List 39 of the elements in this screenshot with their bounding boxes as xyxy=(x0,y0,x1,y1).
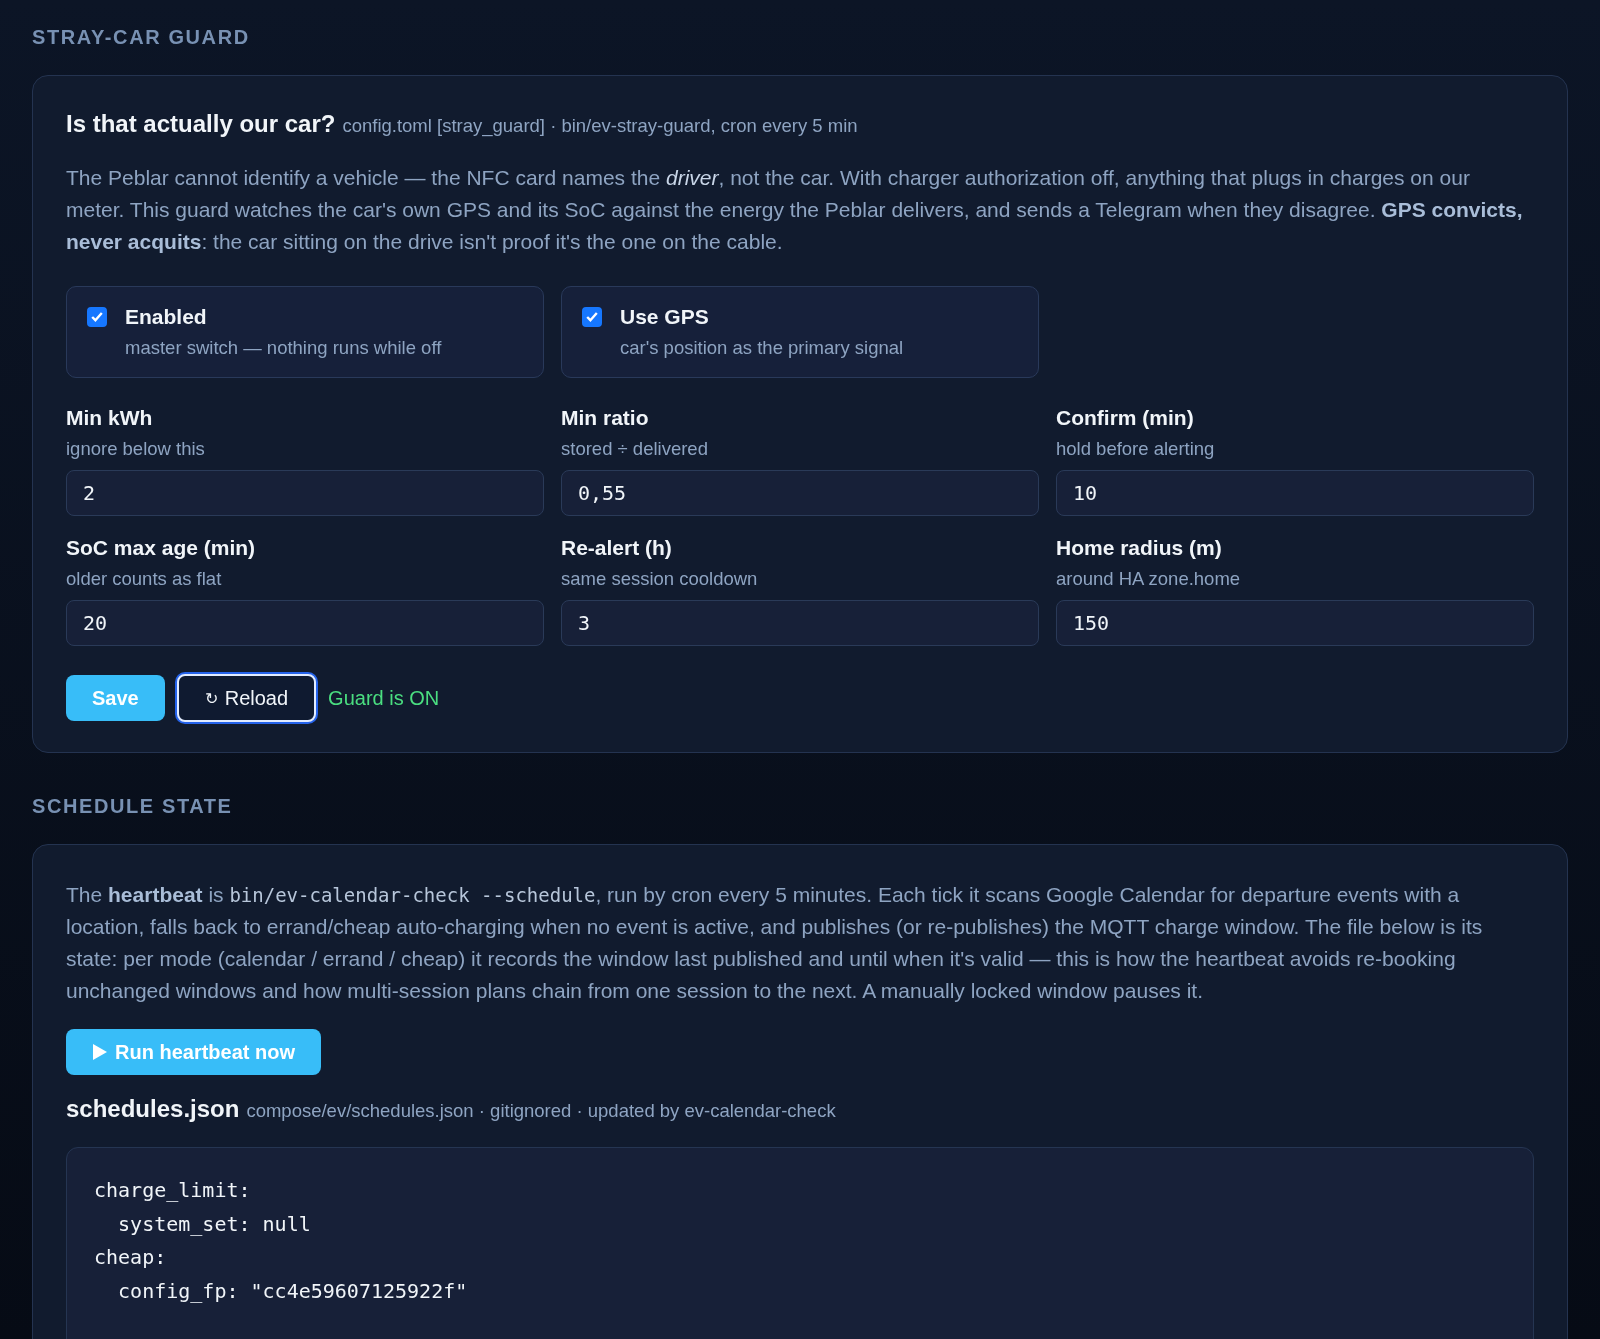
reload-button[interactable]: ↻ Reload xyxy=(176,674,317,722)
field-label: Re-alert (h) xyxy=(561,536,673,560)
code-line: config_fp: "cc4e59607125922f" xyxy=(117,1277,469,1305)
field-hint: ignore below this xyxy=(66,438,206,460)
field-hint: hold before alerting xyxy=(1056,438,1216,460)
option-label: Enabled xyxy=(125,305,208,329)
checkbox[interactable] xyxy=(87,307,107,327)
checkbox[interactable] xyxy=(582,307,602,327)
description: The heartbeat is bin/ev-calendar-check --schedule, run by cron every 5 minutes. Each tick it scans Google Calendar for departure events with a location, falls back to errand/cheap auto-charging when no event is active, and publishes (or re-publishes) the MQTT charge window. The file below is its state: per mode (calendar / errand / cheap) it records the window last published and until when it's valid — this is how the heartbeat avoids re-booking unchanged windows and how multi-session plans chain from one session to the next. A manually locked window pauses it. xyxy=(66,882,1484,1004)
status-text: Guard is ON xyxy=(328,686,440,710)
input-field[interactable]: 0,55 xyxy=(561,470,1039,516)
input-field[interactable]: 3 xyxy=(561,600,1039,646)
field-label: Home radius (m) xyxy=(1056,536,1223,560)
option-label: Use GPS xyxy=(620,305,710,329)
section-heading: SCHEDULE STATE xyxy=(32,795,234,818)
field-hint: older counts as flat xyxy=(66,568,223,590)
field-label: SoC max age (min) xyxy=(66,536,257,560)
field-hint: stored ÷ delivered xyxy=(561,438,709,460)
input-field[interactable]: 20 xyxy=(66,600,544,646)
field-label: Min ratio xyxy=(561,406,650,430)
card-meta: config.toml [stray_guard] · bin/ev-stray-guard, cron every 5 min xyxy=(342,115,858,137)
code-line: charge_limit: xyxy=(94,1177,252,1204)
input-field[interactable]: 2 xyxy=(66,470,544,516)
field-hint: same session cooldown xyxy=(561,568,759,590)
file-title: schedules.json xyxy=(66,1095,240,1123)
play-icon xyxy=(92,1043,108,1061)
option-hint: master switch — nothing runs while off xyxy=(125,337,443,359)
field-label: Confirm (min) xyxy=(1056,406,1195,430)
code-line: cheap: xyxy=(94,1244,168,1271)
field-hint: around HA zone.home xyxy=(1056,568,1242,590)
code-line: system_set: null xyxy=(117,1210,312,1238)
description: The Peblar cannot identify a vehicle — the NFC card names the driver, not the car. With charger authorization off, anything that plugs in charges on our meter. This guard watches the car's own GPS and its SoC against the energy the Peblar delivers, and sends a Telegram when they disagree. GPS convicts, never acquits: the car sitting on the drive isn't proof it's the one on the cable. xyxy=(66,165,1524,255)
file-meta: compose/ev/schedules.json · gitignored · updated by ev-calendar-check xyxy=(246,1100,836,1122)
input-field[interactable]: 150 xyxy=(1056,600,1534,646)
card-title: Is that actually our car? xyxy=(66,110,336,138)
field-label: Min kWh xyxy=(66,406,154,430)
option-hint: car's position as the primary signal xyxy=(620,337,905,359)
input-field[interactable]: 10 xyxy=(1056,470,1534,516)
section-heading: STRAY-CAR GUARD xyxy=(32,26,251,49)
